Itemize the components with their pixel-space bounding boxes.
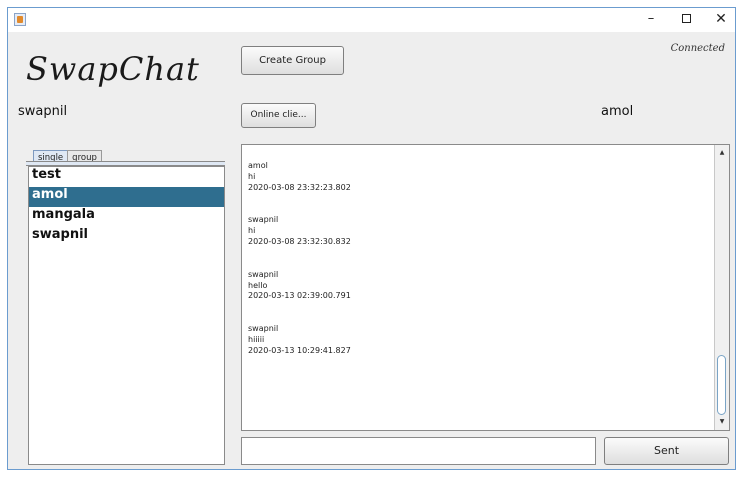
message-text: hiiiii <box>248 334 265 344</box>
app-logo: SwapChat <box>26 50 200 88</box>
user-list-item[interactable]: mangala <box>29 207 224 227</box>
connection-status: Connected <box>670 43 725 54</box>
scroll-thumb[interactable] <box>717 355 726 415</box>
message-sender: swapnil <box>248 269 279 279</box>
message-timestamp: 2020-03-13 10:29:41.827 <box>248 345 351 355</box>
maximize-icon <box>681 14 691 23</box>
message: swapnil hiiiii 2020-03-13 10:29:41.827 <box>248 324 709 356</box>
chat-history-panel[interactable]: amol hi 2020-03-08 23:32:23.802 swapnil … <box>241 144 730 431</box>
chat-scrollbar[interactable]: ▲ ▼ <box>714 145 729 430</box>
conversation-tabs: single group <box>33 146 102 165</box>
main-window: – ✕ SwapChat Connected Create Group Onli… <box>7 7 736 470</box>
close-button[interactable]: ✕ <box>712 11 730 27</box>
message-sender: amol <box>248 161 268 170</box>
message-text: hi <box>248 226 256 236</box>
message: swapnil hello 2020-03-13 02:39:00.791 <box>248 270 709 302</box>
user-list[interactable]: test amol mangala swapnil <box>28 166 225 465</box>
message-timestamp: 2020-03-08 23:32:23.802 <box>248 182 351 192</box>
java-app-icon <box>14 13 26 26</box>
chat-partner-name: amol <box>601 104 634 119</box>
message-sender: swapnil <box>248 215 279 225</box>
message-timestamp: 2020-03-13 02:39:00.791 <box>248 291 351 301</box>
message-timestamp: 2020-03-08 23:32:30.832 <box>248 236 351 246</box>
scroll-up-icon[interactable]: ▲ <box>715 147 729 159</box>
message: amol hi 2020-03-08 23:32:23.802 <box>248 161 709 193</box>
title-bar[interactable]: – ✕ <box>8 8 735 32</box>
scroll-down-icon[interactable]: ▼ <box>715 416 729 428</box>
message-input[interactable] <box>241 437 596 465</box>
message-list: amol hi 2020-03-08 23:32:23.802 swapnil … <box>248 161 709 379</box>
message-sender: swapnil <box>248 324 279 334</box>
user-list-item[interactable]: test <box>29 167 224 187</box>
message-text: hi <box>248 171 256 181</box>
current-username: swapnil <box>18 104 68 119</box>
send-button[interactable]: Sent <box>604 437 729 465</box>
message-text: hello <box>248 280 268 290</box>
minimize-button[interactable]: – <box>642 11 660 27</box>
online-clients-button[interactable]: Online clie... <box>241 103 316 128</box>
user-list-item-selected[interactable]: amol <box>29 187 224 207</box>
message: swapnil hi 2020-03-08 23:32:30.832 <box>248 215 709 247</box>
create-group-button[interactable]: Create Group <box>241 46 344 75</box>
maximize-button[interactable] <box>677 11 695 27</box>
user-list-item[interactable]: swapnil <box>29 227 224 247</box>
